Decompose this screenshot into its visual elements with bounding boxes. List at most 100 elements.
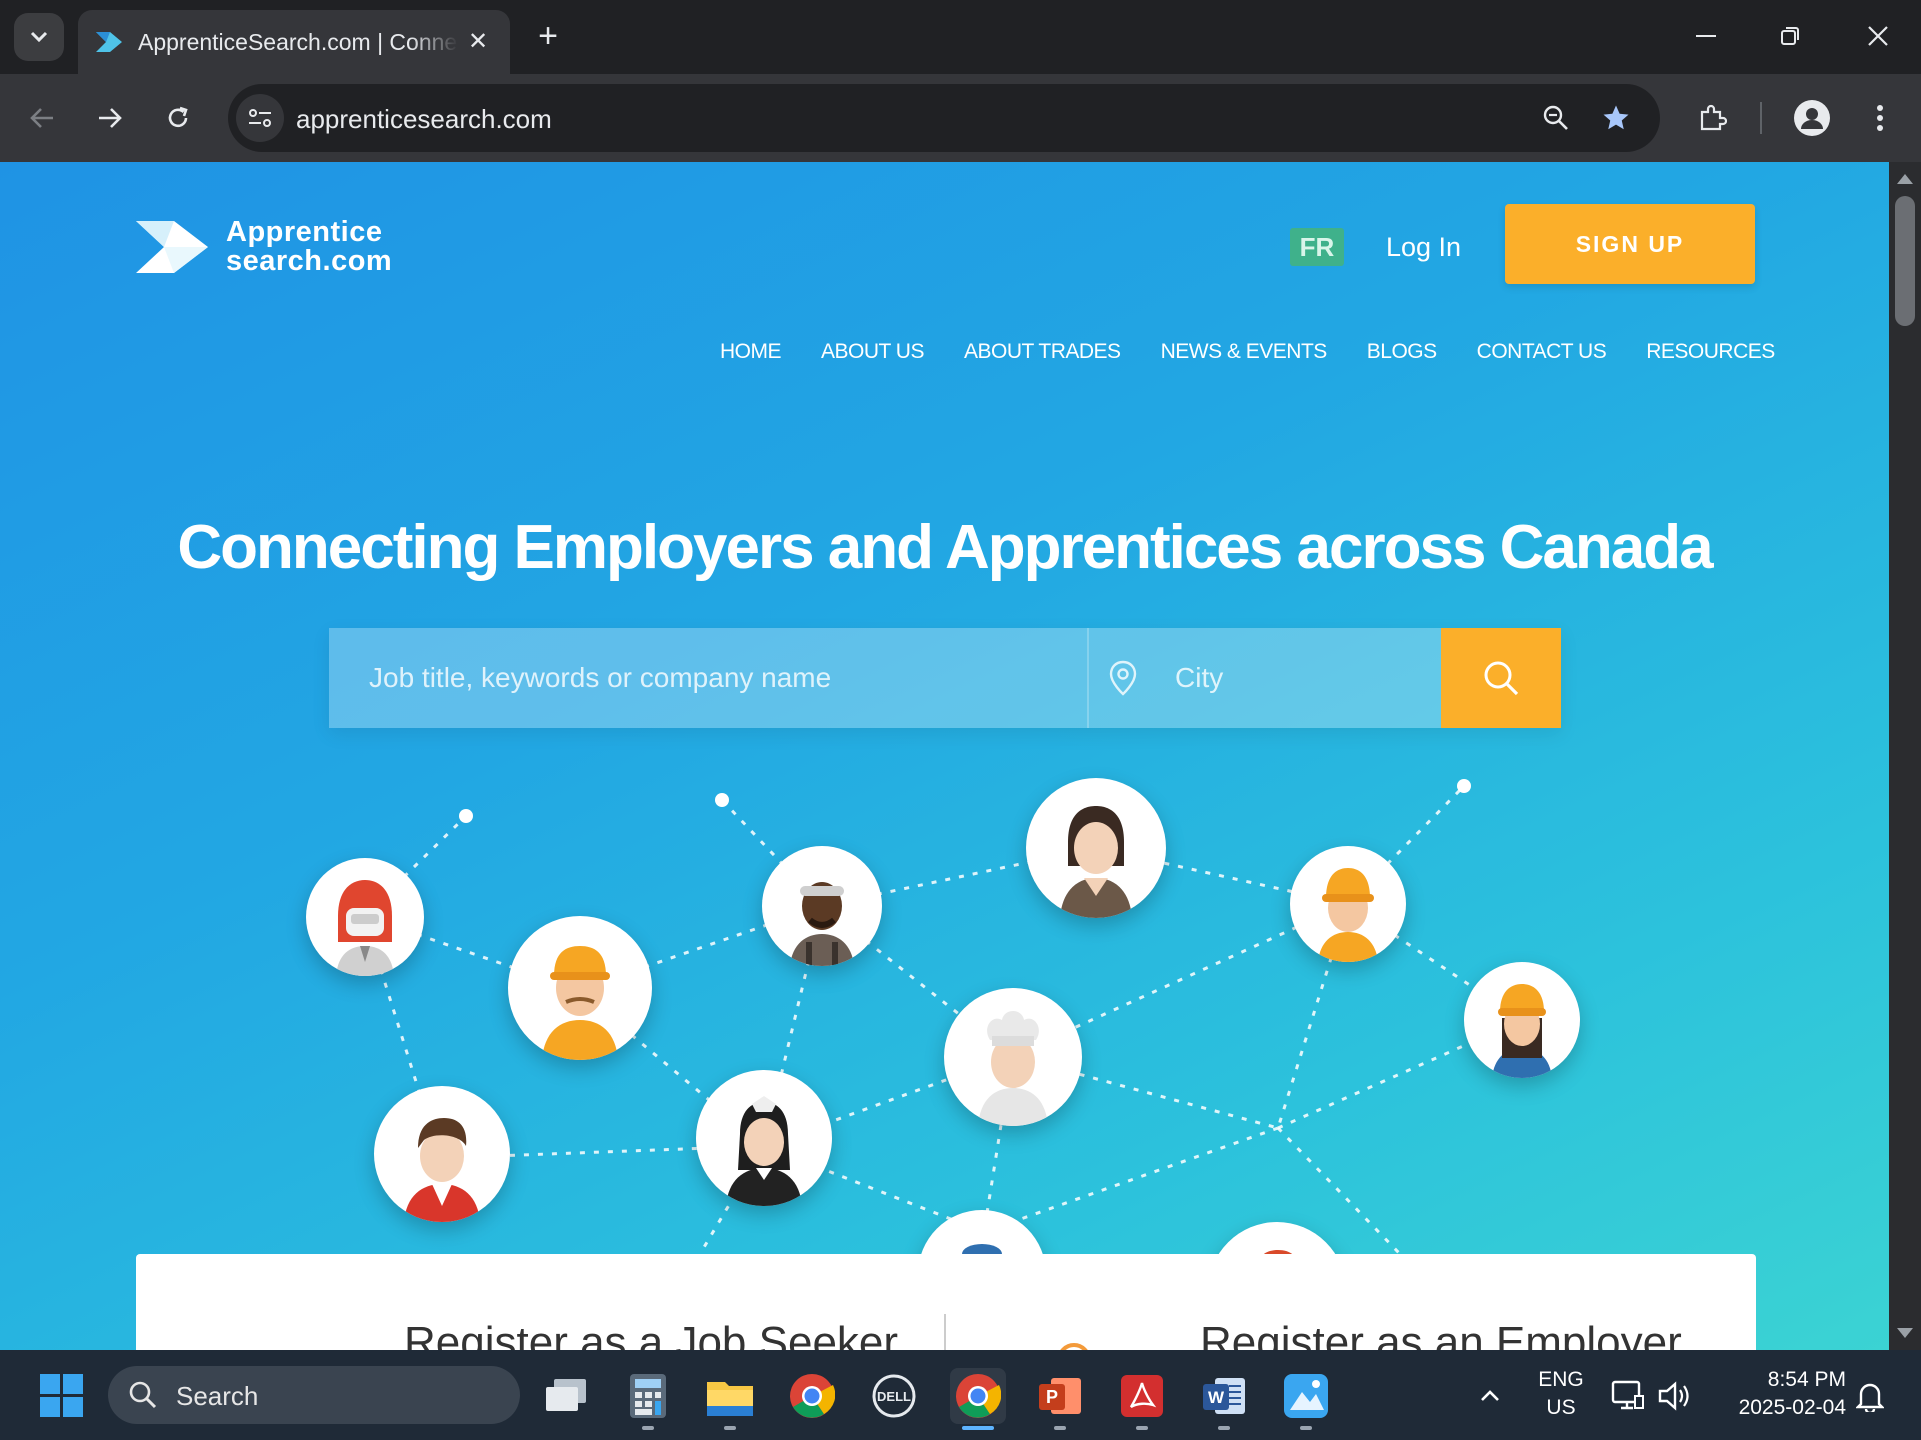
tab-search-button[interactable] — [14, 13, 64, 61]
tune-icon — [249, 109, 271, 127]
tab-close-icon[interactable]: ✕ — [464, 28, 492, 56]
browser-tabstrip: ApprenticeSearch.com | Connecting Employ… — [0, 0, 1921, 74]
register-card: Register as a Job Seeker Register as an … — [136, 1254, 1756, 1350]
nav-news-events[interactable]: NEWS & EVENTS — [1161, 340, 1328, 364]
logo-wordmark: Apprentice search.com — [226, 218, 392, 276]
chrome-active-app[interactable] — [950, 1368, 1006, 1424]
avatar-chef — [944, 988, 1082, 1126]
housekeeper-icon — [726, 1096, 802, 1206]
browser-toolbar: apprenticesearch.com — [0, 74, 1921, 162]
search-submit-button[interactable] — [1441, 628, 1561, 728]
powerpoint-running-indicator — [1054, 1426, 1066, 1430]
female-worker-icon — [1492, 984, 1552, 1078]
register-employer-link[interactable]: Register as an Employer — [1200, 1318, 1682, 1350]
scroll-up-arrow-icon[interactable] — [1897, 174, 1913, 184]
dell-app[interactable]: DELL — [866, 1368, 922, 1424]
chevron-down-icon — [30, 31, 48, 43]
nav-blogs[interactable]: BLOGS — [1367, 340, 1437, 364]
bookmark-button[interactable] — [1596, 98, 1636, 138]
hardhat-worker-icon — [1318, 868, 1378, 962]
close-icon — [1868, 26, 1888, 46]
reload-button[interactable] — [156, 96, 200, 140]
nav-about-us[interactable]: ABOUT US — [821, 340, 924, 364]
site-logo[interactable]: Apprentice search.com — [134, 218, 392, 276]
minimize-icon — [1696, 35, 1716, 37]
input-language-indicator[interactable]: ENG US — [1526, 1366, 1596, 1422]
search-icon — [129, 1381, 157, 1409]
avatar-hardhat-worker — [1290, 846, 1406, 962]
extensions-button[interactable] — [1690, 96, 1734, 140]
dell-icon: DELL — [872, 1374, 916, 1418]
taskbar-search-label: Search — [176, 1381, 259, 1411]
word-app[interactable]: W — [1196, 1368, 1252, 1424]
profile-button[interactable] — [1790, 96, 1834, 140]
puzzle-icon — [1700, 104, 1727, 131]
task-view-button[interactable] — [538, 1368, 594, 1424]
register-job-seeker-link[interactable]: Register as a Job Seeker — [404, 1318, 898, 1350]
scroll-thumb[interactable] — [1895, 196, 1915, 326]
region-code: US — [1546, 1396, 1576, 1419]
calculator-running-indicator — [642, 1426, 654, 1430]
nav-about-trades[interactable]: ABOUT TRADES — [964, 340, 1121, 364]
close-window-button[interactable] — [1858, 18, 1898, 54]
new-tab-button[interactable]: + — [530, 18, 566, 54]
zoom-button[interactable] — [1536, 98, 1576, 138]
employer-icon — [1060, 1343, 1088, 1350]
businessman-icon — [404, 1118, 480, 1222]
file-explorer-app[interactable] — [702, 1368, 758, 1424]
hero-title: Connecting Employers and Apprentices acr… — [177, 513, 1713, 582]
svg-text:W: W — [1208, 1388, 1225, 1407]
chrome-app[interactable] — [784, 1368, 840, 1424]
file-explorer-running-indicator — [724, 1426, 736, 1430]
show-hidden-icons-button[interactable] — [1462, 1368, 1518, 1424]
job-search-bar — [329, 628, 1561, 728]
language-code: ENG — [1538, 1368, 1584, 1391]
logo-line-1: Apprentice — [226, 216, 383, 248]
scroll-down-arrow-icon[interactable] — [1897, 1328, 1913, 1338]
start-button[interactable] — [34, 1368, 90, 1424]
powerpoint-app[interactable]: P — [1032, 1368, 1088, 1424]
nav-contact-us[interactable]: CONTACT US — [1477, 340, 1607, 364]
back-button[interactable] — [20, 96, 64, 140]
city-field[interactable] — [1089, 628, 1441, 728]
page-viewport: Apprentice search.com FR Log In SIGN UP … — [0, 162, 1889, 1350]
notifications-button[interactable] — [1842, 1368, 1898, 1424]
nav-resources[interactable]: RESOURCES — [1646, 340, 1775, 364]
language-toggle-fr[interactable]: FR — [1290, 228, 1344, 266]
chrome-active-indicator — [962, 1426, 994, 1430]
avatar-female-worker — [1464, 962, 1580, 1078]
taskbar-search[interactable]: Search — [108, 1366, 520, 1424]
apprenticesearch-logo-icon — [136, 221, 208, 273]
powerpoint-icon: P — [1039, 1378, 1081, 1414]
site-info-button[interactable] — [236, 94, 284, 142]
register-divider — [944, 1314, 946, 1350]
acrobat-running-indicator — [1136, 1426, 1148, 1430]
star-filled-icon — [1603, 105, 1629, 130]
clock-time: 8:54 PM — [1767, 1368, 1846, 1391]
address-bar[interactable]: apprenticesearch.com — [228, 84, 1660, 152]
tab-apprenticesearch[interactable]: ApprenticeSearch.com | Connecting Employ… — [78, 10, 510, 74]
login-link[interactable]: Log In — [1386, 228, 1461, 266]
avatar-housekeeper — [696, 1070, 832, 1206]
calculator-app[interactable] — [620, 1368, 676, 1424]
volume-button[interactable] — [1646, 1368, 1702, 1424]
page-scrollbar[interactable] — [1889, 162, 1921, 1350]
acrobat-app[interactable] — [1114, 1368, 1170, 1424]
nav-home[interactable]: HOME — [720, 340, 782, 364]
avatar-construction-worker — [508, 916, 652, 1060]
clock[interactable]: 8:54 PM 2025-02-04 — [1716, 1366, 1846, 1422]
avatar-businessman — [374, 1086, 510, 1222]
url-text[interactable]: apprenticesearch.com — [296, 104, 552, 135]
signup-button[interactable]: SIGN UP — [1505, 204, 1755, 284]
avatar-icon — [1794, 100, 1830, 136]
avatar-mechanic — [762, 846, 882, 966]
keyword-search-input[interactable] — [329, 628, 1087, 728]
photos-app[interactable] — [1278, 1368, 1334, 1424]
minimize-button[interactable] — [1686, 18, 1726, 54]
forward-button[interactable] — [88, 96, 132, 140]
city-input[interactable] — [1175, 628, 1435, 728]
browser-menu-button[interactable] — [1858, 96, 1902, 140]
avatar-welder — [306, 858, 424, 976]
restore-button[interactable] — [1770, 18, 1810, 54]
svg-text:DELL: DELL — [877, 1389, 911, 1404]
